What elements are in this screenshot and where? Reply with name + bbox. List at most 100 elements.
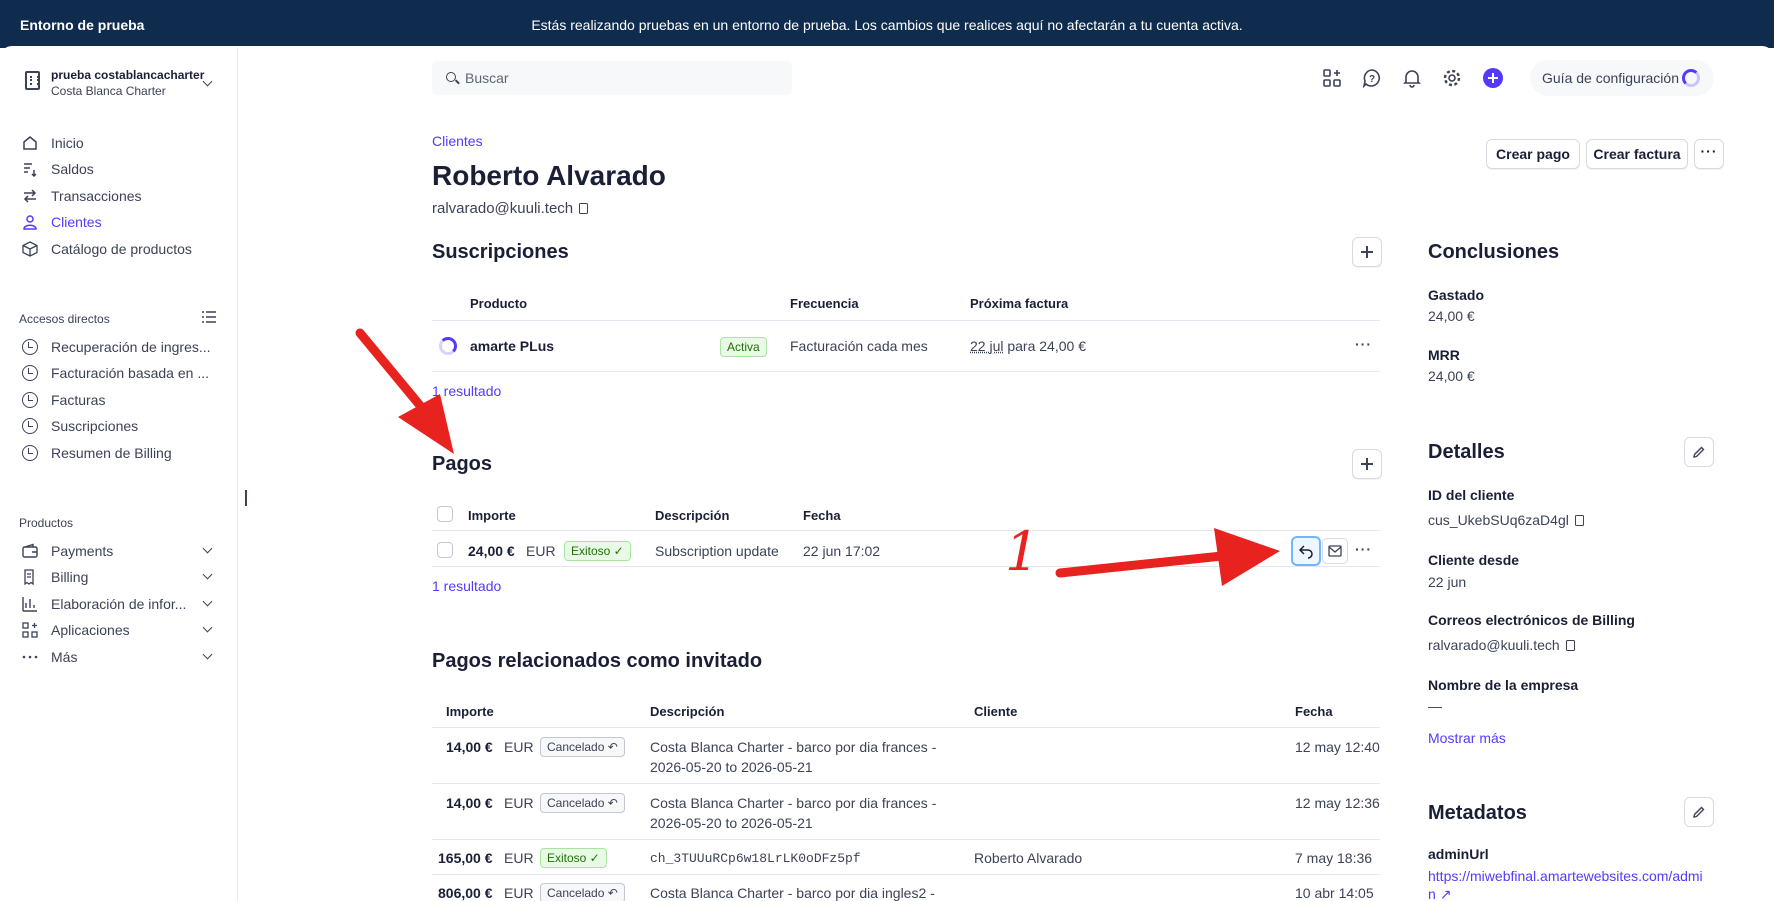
spent-label: Gastado <box>1428 287 1485 303</box>
row-description: ch_3TUUuRCp6w18LrLK0oDFz5pf <box>650 851 861 866</box>
customer-email: ralvarado@kuuli.tech <box>432 200 589 217</box>
sidebar-item-label: Inicio <box>51 135 84 151</box>
col-description: Descripción <box>650 704 725 719</box>
banner-edge <box>0 46 1774 58</box>
row-more-button[interactable]: ··· <box>1355 538 1372 560</box>
subscription-product[interactable]: amarte PLus <box>470 338 554 354</box>
row-description-2: 2026-05-20 to 2026-05-21 <box>650 759 813 775</box>
row-customer: Roberto Alvarado <box>974 850 1083 866</box>
billing-emails-value: ralvarado@kuuli.tech <box>1428 637 1575 653</box>
payment-currency: EUR <box>526 543 556 559</box>
chevron-down-icon <box>202 569 213 580</box>
edit-details-button[interactable] <box>1684 437 1714 467</box>
copy-icon[interactable] <box>579 203 589 214</box>
row-amount: 165,00 € <box>438 850 493 866</box>
shortcut-label: Facturas <box>51 392 106 408</box>
col-date: Fecha <box>1295 704 1333 719</box>
sidebar-item-billing[interactable]: Billing <box>22 566 222 590</box>
sidebar-item-aplicaciones[interactable]: Aplicaciones <box>22 619 222 643</box>
customer-id-value: cus_UkebSUq6zaD4gl <box>1428 512 1584 528</box>
copy-icon[interactable] <box>1574 515 1584 526</box>
sidebar-item-payments[interactable]: Payments <box>22 540 222 564</box>
status-badge: Cancelado ↶ <box>540 737 625 757</box>
copy-icon[interactable] <box>1565 640 1575 651</box>
create-invoice-button[interactable]: Crear factura <box>1586 139 1688 169</box>
more-actions-button[interactable]: ··· <box>1694 139 1724 169</box>
more-icon <box>22 655 38 659</box>
shortcut-label: Resumen de Billing <box>51 445 172 461</box>
create-plus-icon[interactable] <box>1483 68 1503 88</box>
box-icon <box>22 241 38 257</box>
breadcrumb[interactable]: Clientes <box>432 133 483 149</box>
help-icon[interactable]: ? <box>1362 68 1382 88</box>
payments-count: 1 resultado <box>432 578 502 594</box>
payment-description[interactable]: Subscription update <box>655 543 779 559</box>
shortcut-label: Facturación basada en ... <box>51 365 209 381</box>
search-icon <box>446 72 456 82</box>
row-date: 10 abr 14:05 <box>1295 885 1374 901</box>
person-icon <box>23 215 37 230</box>
apps-add-icon[interactable] <box>1322 68 1342 88</box>
next-invoice-amount: para 24,00 € <box>1007 338 1086 354</box>
shortcut-facturacion[interactable]: Facturación basada en ... <box>22 362 222 386</box>
row-more-button[interactable]: ··· <box>1355 333 1372 355</box>
pencil-icon <box>1693 806 1705 818</box>
edit-metadata-button[interactable] <box>1684 797 1714 827</box>
shortcut-label: Recuperación de ingres... <box>51 339 211 355</box>
sidebar-item-mas[interactable]: Más <box>22 646 222 670</box>
shortcut-recuperacion[interactable]: Recuperación de ingres... <box>22 336 222 360</box>
sidebar-item-label: Saldos <box>51 161 94 177</box>
row-checkbox[interactable] <box>437 542 453 558</box>
customer-email-text: ralvarado@kuuli.tech <box>432 200 574 217</box>
sidebar-item-saldos[interactable]: Saldos <box>22 158 222 182</box>
refund-button[interactable] <box>1291 536 1321 566</box>
row-description: Costa Blanca Charter - barco por dia fra… <box>650 739 937 755</box>
clock-icon <box>22 365 38 381</box>
shortcut-suscripciones[interactable]: Suscripciones <box>22 415 222 439</box>
subscription-frequency: Facturación cada mes <box>790 338 928 354</box>
divider <box>432 566 1380 567</box>
row-currency: EUR <box>504 739 534 755</box>
row-currency: EUR <box>504 850 534 866</box>
shortcut-facturas[interactable]: Facturas <box>22 389 222 413</box>
chevron-down-icon <box>202 596 213 607</box>
shortcut-label: Suscripciones <box>51 418 139 434</box>
show-more-link[interactable]: Mostrar más <box>1428 730 1506 746</box>
sidebar-item-inicio[interactable]: Inicio <box>22 132 222 156</box>
status-badge: Cancelado ↶ <box>540 883 625 901</box>
sidebar-item-transacciones[interactable]: Transacciones <box>22 185 222 209</box>
metadata-value-link-wrap[interactable]: n ↗ <box>1428 886 1451 901</box>
progress-ring-icon <box>1682 69 1700 87</box>
sidebar-item-reporting[interactable]: Elaboración de infor... <box>22 593 222 617</box>
col-next-invoice: Próxima factura <box>970 296 1069 311</box>
select-all-checkbox[interactable] <box>437 506 453 522</box>
gear-icon[interactable] <box>1442 68 1462 88</box>
subscription-next-invoice: 22 jul para 24,00 € <box>970 338 1086 354</box>
metadata-heading: Metadatos <box>1428 802 1527 824</box>
add-subscription-button[interactable] <box>1352 237 1382 267</box>
shortcut-resumen-billing[interactable]: Resumen de Billing <box>22 442 222 466</box>
col-amount: Importe <box>468 508 516 523</box>
metadata-value-link[interactable]: https://miwebfinal.amartewebsites.com/ad… <box>1428 868 1703 884</box>
divider <box>432 839 1380 840</box>
setup-guide-button[interactable]: Guía de configuración <box>1530 60 1714 96</box>
status-badge: Exitoso ✓ <box>540 848 607 868</box>
sidebar-item-clientes[interactable]: Clientes <box>22 211 222 235</box>
wallet-icon <box>22 543 38 558</box>
bell-icon[interactable] <box>1402 68 1422 88</box>
divider <box>432 727 1380 728</box>
sidebar-item-catalogo[interactable]: Catálogo de productos <box>22 238 222 262</box>
send-receipt-button[interactable] <box>1322 538 1348 564</box>
col-description: Descripción <box>655 508 730 523</box>
undo-icon <box>1298 545 1313 559</box>
account-switcher[interactable]: prueba costablancacharter Costa Blanca C… <box>22 64 222 104</box>
search-input[interactable]: Buscar <box>432 61 792 95</box>
mrr-label: MRR <box>1428 347 1460 363</box>
list-edit-icon[interactable] <box>202 311 216 323</box>
add-payment-button[interactable] <box>1352 449 1382 479</box>
annotation-layer <box>355 328 1280 586</box>
divider <box>432 320 1380 321</box>
create-payment-button[interactable]: Crear pago <box>1486 139 1580 169</box>
search-placeholder: Buscar <box>465 70 509 86</box>
customer-id-text: cus_UkebSUq6zaD4gl <box>1428 512 1569 528</box>
